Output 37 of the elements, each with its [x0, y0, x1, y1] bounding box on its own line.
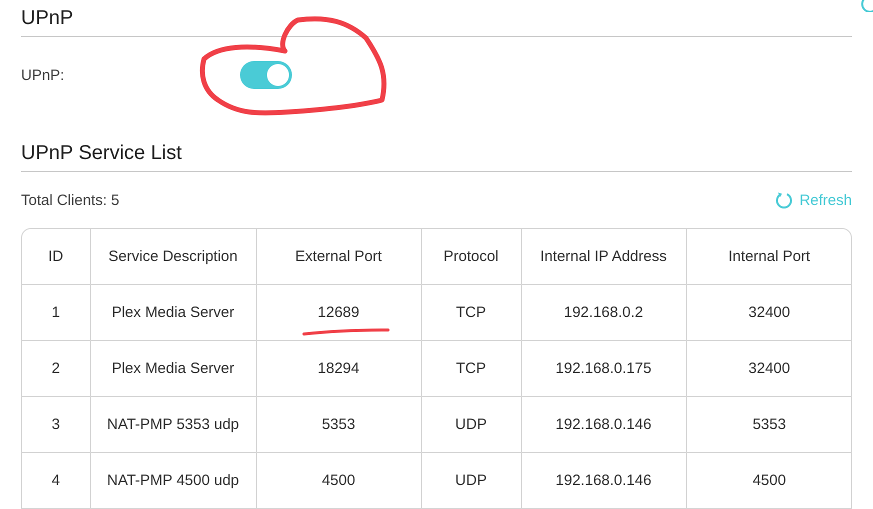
- table-cell: 3: [22, 396, 90, 452]
- section-title: UPnP: [21, 0, 852, 37]
- total-clients: Total Clients: 5: [21, 192, 120, 208]
- table-cell: NAT-PMP 5353 udp: [90, 396, 256, 452]
- column-header: Internal Port: [686, 229, 851, 284]
- table-cell: 5353: [256, 396, 421, 452]
- column-header: External Port: [256, 229, 421, 284]
- column-header: Service Description: [90, 229, 256, 284]
- table-cell: 18294: [256, 340, 421, 396]
- toggle-switch[interactable]: [240, 61, 292, 89]
- table-cell: 12689: [256, 284, 421, 340]
- table-cell: 192.168.0.2: [521, 284, 686, 340]
- table-cell: 5353: [686, 396, 851, 452]
- column-header: Internal IP Address: [521, 229, 686, 284]
- table-cell: Plex Media Server: [90, 284, 256, 340]
- table-cell: 32400: [686, 340, 851, 396]
- section-title: UPnP Service List: [21, 135, 852, 172]
- field-label: UPnP:: [21, 66, 66, 84]
- table-cell: 4: [22, 452, 90, 508]
- table-cell: 1: [22, 284, 90, 340]
- column-header: ID: [22, 229, 90, 284]
- table-cell: 2: [22, 340, 90, 396]
- table-cell: 4500: [256, 452, 421, 508]
- column-header: Protocol: [421, 229, 521, 284]
- table-cell: UDP: [421, 452, 521, 508]
- table-cell: TCP: [421, 340, 521, 396]
- table-cell: 4500: [686, 452, 851, 508]
- table-cell: NAT-PMP 4500 udp: [90, 452, 256, 508]
- table-cell: Plex Media Server: [90, 340, 256, 396]
- table-cell: TCP: [421, 284, 521, 340]
- table-cell: 192.168.0.146: [521, 396, 686, 452]
- table-cell: UDP: [421, 396, 521, 452]
- table-cell: 32400: [686, 284, 851, 340]
- table-cell: 192.168.0.146: [521, 452, 686, 508]
- refresh-icon: [775, 191, 794, 209]
- table-cell: 192.168.0.175: [521, 340, 686, 396]
- refresh-button[interactable]: Refresh: [775, 191, 852, 209]
